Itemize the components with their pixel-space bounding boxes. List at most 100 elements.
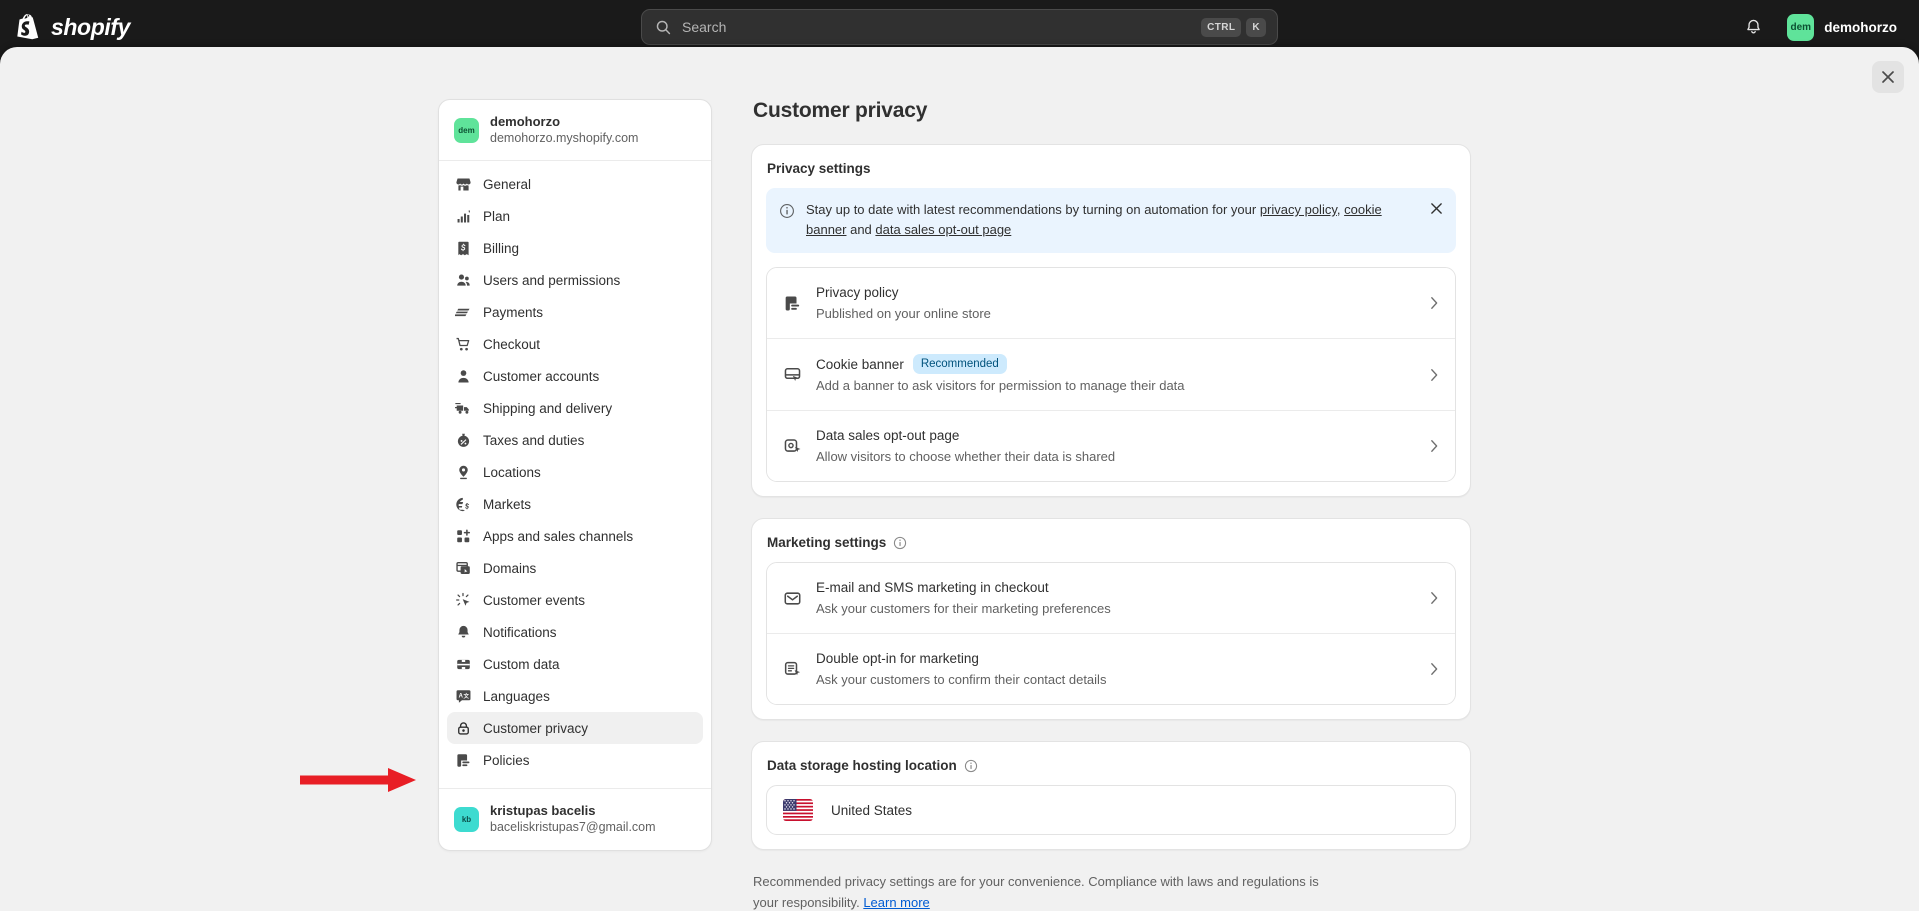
bell-icon bbox=[455, 624, 472, 641]
user-name: demohorzo bbox=[1824, 20, 1897, 35]
row-subtitle: Ask your customers to confirm their cont… bbox=[816, 670, 1427, 689]
sidebar-item-plan[interactable]: Plan bbox=[447, 200, 703, 232]
row-cookie-banner[interactable]: Cookie banner Recommended Add a banner t… bbox=[767, 338, 1455, 410]
sidebar-item-label: Plan bbox=[483, 209, 510, 224]
hosting-location-row: United States bbox=[766, 785, 1456, 835]
store-url: demohorzo.myshopify.com bbox=[490, 130, 638, 147]
row-subtitle: Published on your online store bbox=[816, 304, 1427, 323]
row-title: Privacy policy bbox=[816, 283, 899, 302]
privacy-settings-heading: Privacy settings bbox=[767, 161, 1456, 176]
delivery-truck-icon bbox=[455, 400, 472, 417]
privacy-policy-link[interactable]: privacy policy bbox=[1260, 202, 1337, 217]
marketing-settings-heading: Marketing settings bbox=[767, 535, 1456, 550]
policy-document-icon bbox=[455, 752, 472, 769]
automation-banner: Stay up to date with latest recommendati… bbox=[766, 188, 1456, 253]
settings-nav-list: General Plan Billing Users and permissio… bbox=[439, 161, 711, 783]
shopping-cart-icon bbox=[455, 336, 472, 353]
account-email: baceliskristupas7@gmail.com bbox=[490, 819, 656, 836]
search-input[interactable]: Search CTRL K bbox=[641, 9, 1278, 45]
row-title: Cookie banner bbox=[816, 355, 904, 374]
row-double-opt-in-for-marketing[interactable]: Double opt-in for marketing Ask your cus… bbox=[767, 633, 1455, 704]
sidebar-item-policies[interactable]: Policies bbox=[447, 744, 703, 776]
search-icon bbox=[655, 19, 672, 36]
sidebar-item-label: Apps and sales channels bbox=[483, 529, 633, 544]
lock-icon bbox=[455, 720, 472, 737]
settings-sidebar: dem demohorzo demohorzo.myshopify.com Ge… bbox=[438, 99, 712, 851]
close-icon bbox=[1881, 70, 1895, 84]
row-subtitle: Allow visitors to choose whether their d… bbox=[816, 447, 1427, 466]
sidebar-item-users-and-permissions[interactable]: Users and permissions bbox=[447, 264, 703, 296]
sidebar-item-label: Users and permissions bbox=[483, 273, 620, 288]
sidebar-item-billing[interactable]: Billing bbox=[447, 232, 703, 264]
sidebar-item-label: Payments bbox=[483, 305, 543, 320]
sidebar-item-payments[interactable]: Payments bbox=[447, 296, 703, 328]
row-title: Data sales opt-out page bbox=[816, 426, 959, 445]
cookie-banner-icon bbox=[783, 365, 802, 384]
avatar: dem bbox=[1787, 14, 1814, 41]
svg-text:文: 文 bbox=[464, 692, 470, 700]
info-circle-icon[interactable] bbox=[893, 536, 907, 550]
data-storage-card: Data storage hosting location bbox=[751, 741, 1471, 850]
sidebar-account[interactable]: kb kristupas bacelis baceliskristupas7@g… bbox=[439, 789, 711, 850]
tax-percent-icon bbox=[455, 432, 472, 449]
settings-modal: dem demohorzo demohorzo.myshopify.com Ge… bbox=[0, 47, 1919, 911]
global-search[interactable]: Search CTRL K bbox=[641, 9, 1278, 45]
users-icon bbox=[455, 272, 472, 289]
info-circle-icon bbox=[779, 203, 795, 219]
row-email-and-sms-marketing-in-checkout[interactable]: E-mail and SMS marketing in checkout Ask… bbox=[767, 563, 1455, 633]
banner-text: Stay up to date with latest recommendati… bbox=[806, 200, 1384, 240]
chevron-right-icon bbox=[1427, 368, 1441, 382]
store-icon bbox=[455, 176, 472, 193]
sidebar-item-apps-and-sales-channels[interactable]: Apps and sales channels bbox=[447, 520, 703, 552]
search-placeholder: Search bbox=[682, 19, 1196, 35]
sidebar-item-taxes-and-duties[interactable]: Taxes and duties bbox=[447, 424, 703, 456]
dismiss-banner-button[interactable] bbox=[1425, 197, 1447, 219]
sidebar-item-notifications[interactable]: Notifications bbox=[447, 616, 703, 648]
sidebar-item-label: Locations bbox=[483, 465, 541, 480]
sidebar-item-label: Shipping and delivery bbox=[483, 401, 612, 416]
banner-text-before: Stay up to date with latest recommendati… bbox=[806, 202, 1260, 217]
chevron-right-icon bbox=[1427, 662, 1441, 676]
sidebar-item-markets[interactable]: Markets bbox=[447, 488, 703, 520]
page-title: Customer privacy bbox=[753, 99, 1471, 123]
notifications-button[interactable] bbox=[1738, 12, 1769, 43]
footnote-text: Recommended privacy settings are for you… bbox=[753, 874, 1319, 910]
marketing-settings-rows: E-mail and SMS marketing in checkout Ask… bbox=[766, 562, 1456, 705]
main-content: Customer privacy Privacy settings Stay u… bbox=[751, 99, 1471, 911]
sidebar-item-domains[interactable]: Domains bbox=[447, 552, 703, 584]
store-switcher[interactable]: dem demohorzo demohorzo.myshopify.com bbox=[439, 100, 711, 161]
card-title-text: Marketing settings bbox=[767, 535, 886, 550]
card-title-text: Privacy settings bbox=[767, 161, 871, 176]
sidebar-item-shipping-and-delivery[interactable]: Shipping and delivery bbox=[447, 392, 703, 424]
info-circle-icon[interactable] bbox=[964, 759, 978, 773]
sidebar-item-general[interactable]: General bbox=[447, 168, 703, 200]
translate-icon: A文 bbox=[455, 688, 472, 705]
sidebar-item-label: Customer accounts bbox=[483, 369, 599, 384]
sidebar-item-checkout[interactable]: Checkout bbox=[447, 328, 703, 360]
sidebar-item-customer-privacy[interactable]: Customer privacy bbox=[447, 712, 703, 744]
sidebar-item-languages[interactable]: A文 Languages bbox=[447, 680, 703, 712]
chevron-right-icon bbox=[1427, 439, 1441, 453]
data-sales-opt-out-link[interactable]: data sales opt-out page bbox=[875, 222, 1011, 237]
row-data-sales-opt-out-page[interactable]: Data sales opt-out page Allow visitors t… bbox=[767, 410, 1455, 481]
chevron-right-icon bbox=[1427, 591, 1441, 605]
globe-dollar-icon bbox=[455, 496, 472, 513]
footnote: Recommended privacy settings are for you… bbox=[753, 871, 1333, 911]
brand-wordmark: shopify bbox=[51, 14, 130, 41]
sidebar-item-label: Markets bbox=[483, 497, 531, 512]
sidebar-item-customer-accounts[interactable]: Customer accounts bbox=[447, 360, 703, 392]
sidebar-item-locations[interactable]: Locations bbox=[447, 456, 703, 488]
payment-card-icon bbox=[455, 304, 472, 321]
location-pin-icon bbox=[455, 464, 472, 481]
sidebar-item-customer-events[interactable]: Customer events bbox=[447, 584, 703, 616]
store-name: demohorzo bbox=[490, 113, 638, 130]
user-menu-button[interactable]: dem demohorzo bbox=[1783, 10, 1905, 45]
close-modal-button[interactable] bbox=[1872, 61, 1904, 93]
learn-more-link[interactable]: Learn more bbox=[863, 895, 929, 910]
row-privacy-policy[interactable]: Privacy policy Published on your online … bbox=[767, 268, 1455, 338]
sidebar-item-label: Checkout bbox=[483, 337, 540, 352]
account-name: kristupas bacelis bbox=[490, 802, 656, 819]
domains-window-icon bbox=[455, 560, 472, 577]
bar-chart-icon bbox=[455, 208, 472, 225]
sidebar-item-custom-data[interactable]: Custom data bbox=[447, 648, 703, 680]
